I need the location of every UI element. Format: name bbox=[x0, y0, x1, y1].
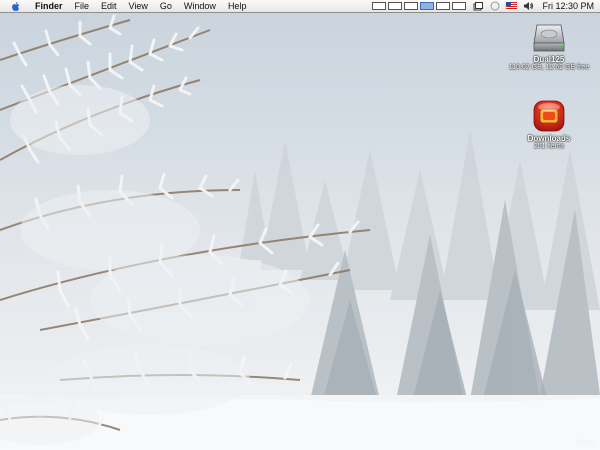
desktop-icon-label: Downloads bbox=[527, 134, 571, 143]
window-icon[interactable] bbox=[472, 1, 483, 11]
space-5[interactable] bbox=[436, 2, 451, 10]
watermark: Worx bbox=[575, 438, 594, 447]
desktop-icon-info: 110.02 GB, 12.62 GB free bbox=[508, 64, 590, 71]
menu-help[interactable]: Help bbox=[222, 0, 253, 12]
menu-window[interactable]: Window bbox=[178, 0, 222, 12]
space-1[interactable] bbox=[372, 2, 387, 10]
volume-icon[interactable] bbox=[523, 1, 534, 11]
desktop-icon-dual125[interactable]: Dual125 110.02 GB, 12.62 GB free bbox=[509, 19, 589, 72]
menu-extras: Fri 12:30 PM bbox=[370, 0, 600, 12]
space-3[interactable] bbox=[404, 2, 419, 10]
desktop-icon-label: Dual125 bbox=[533, 55, 565, 64]
space-6[interactable] bbox=[452, 2, 467, 10]
menu-finder[interactable]: Finder bbox=[29, 0, 69, 12]
menubar-clock[interactable]: Fri 12:30 PM bbox=[542, 1, 594, 11]
downloads-folder-icon bbox=[533, 100, 565, 132]
bluetooth-icon[interactable] bbox=[489, 1, 500, 11]
desktop[interactable]: Finder File Edit View Go Window Help Fri… bbox=[0, 0, 600, 450]
hard-drive-icon bbox=[533, 24, 565, 52]
menu-file[interactable]: File bbox=[69, 0, 96, 12]
menu-view[interactable]: View bbox=[123, 0, 154, 12]
menu-edit[interactable]: Edit bbox=[95, 0, 123, 12]
desktop-icon-info: 251 items bbox=[533, 143, 565, 150]
menu-bar: Finder File Edit View Go Window Help Fri… bbox=[0, 0, 600, 13]
menu-go[interactable]: Go bbox=[154, 0, 178, 12]
flag-icon[interactable] bbox=[506, 1, 518, 11]
space-2[interactable] bbox=[388, 2, 403, 10]
desktop-icon-downloads[interactable]: Downloads 251 items bbox=[513, 98, 585, 151]
space-4-active[interactable] bbox=[420, 2, 435, 10]
apple-logo-icon[interactable] bbox=[10, 1, 21, 12]
